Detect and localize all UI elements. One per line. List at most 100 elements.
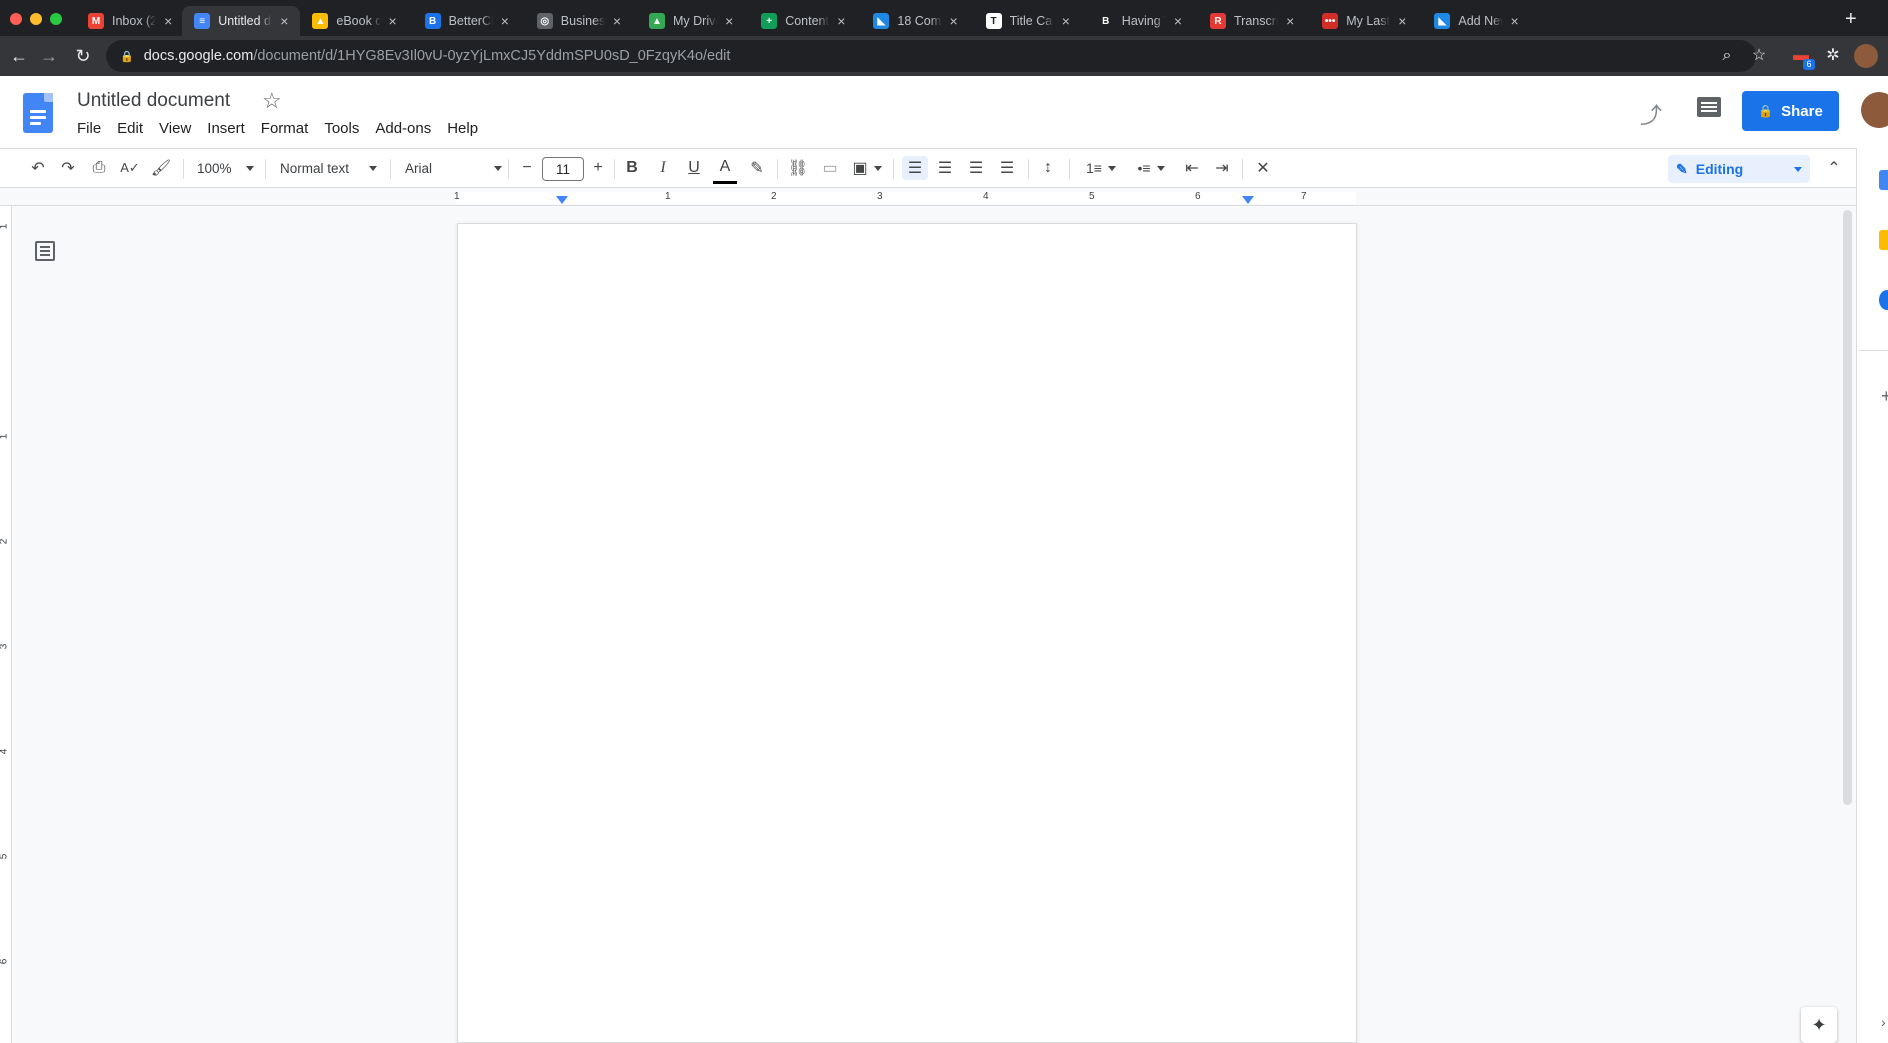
undo-icon[interactable]: ↶	[26, 149, 50, 187]
browser-tab[interactable]: ▲ eBook chat ×	[300, 6, 408, 36]
close-tab-icon[interactable]: ×	[1170, 13, 1186, 29]
close-tab-icon[interactable]: ×	[721, 13, 737, 29]
add-comment-icon[interactable]: ▭	[818, 149, 842, 187]
tab-title: Inbox (2) - r	[112, 14, 157, 28]
align-center-button[interactable]: ☰	[933, 149, 957, 187]
close-tab-icon[interactable]: ×	[1507, 13, 1523, 29]
sheets-icon: +	[761, 13, 778, 29]
close-window-button[interactable]	[10, 13, 22, 25]
star-icon[interactable]: ☆	[262, 88, 282, 114]
close-tab-icon[interactable]: ×	[946, 13, 962, 29]
account-avatar[interactable]	[1861, 92, 1888, 128]
browser-tab[interactable]: ◣ Add New Po ×	[1422, 6, 1530, 36]
font-select[interactable]: Arial	[405, 149, 503, 187]
browser-tab[interactable]: M Inbox (2) - r×	[76, 6, 184, 36]
insert-link-icon[interactable]: ⛓	[786, 149, 810, 187]
close-tab-icon[interactable]: ×	[609, 13, 625, 29]
vertical-ruler[interactable]: 1 1 2 3 4 5 6	[0, 206, 12, 1043]
increase-font-size-button[interactable]: +	[587, 149, 609, 187]
increase-indent-icon[interactable]: ⇥	[1210, 149, 1234, 187]
zoom-select[interactable]: 100%	[197, 149, 254, 187]
align-right-button[interactable]: ☰	[964, 149, 988, 187]
decrease-font-size-button[interactable]: −	[516, 149, 538, 187]
align-left-button[interactable]: ☰	[902, 156, 928, 180]
scrollbar[interactable]	[1843, 210, 1852, 805]
browser-tab[interactable]: ◎ BusinessCa ×	[525, 6, 633, 36]
menu-format[interactable]: Format	[261, 120, 309, 137]
maximize-window-button[interactable]	[50, 13, 62, 25]
url-field[interactable]: 🔒 docs.google.com/document/d/1HYG8Ev3Il0…	[106, 40, 1756, 72]
right-indent-marker[interactable]	[1242, 196, 1254, 204]
site-icon: ◣	[873, 13, 890, 29]
decrease-indent-icon[interactable]: ⇤	[1180, 149, 1204, 187]
spellcheck-icon[interactable]: A✓	[118, 149, 142, 187]
bookmark-star-icon[interactable]: ☆	[1748, 45, 1770, 67]
menu-view[interactable]: View	[159, 120, 191, 137]
new-tab-button[interactable]: +	[1845, 8, 1857, 31]
collapse-panel-icon[interactable]: ›	[1881, 1014, 1886, 1030]
menu-insert[interactable]: Insert	[207, 120, 245, 137]
redo-icon[interactable]: ↷	[56, 149, 80, 187]
reload-icon[interactable]: ↻	[72, 45, 94, 67]
tasks-icon[interactable]	[1879, 290, 1888, 310]
browser-tab[interactable]: ◣ 18 Common ×	[861, 6, 969, 36]
browser-tab[interactable]: B BetterCloud ×	[413, 6, 521, 36]
close-tab-icon[interactable]: ×	[833, 13, 849, 29]
menu-addons[interactable]: Add-ons	[375, 120, 431, 137]
paint-format-icon[interactable]: 🖌	[149, 149, 173, 187]
font-size-input[interactable]: 11	[542, 157, 584, 181]
italic-button[interactable]: I	[651, 149, 675, 187]
menu-edit[interactable]: Edit	[117, 120, 143, 137]
extensions-puzzle-icon[interactable]: ✲	[1822, 45, 1844, 67]
close-tab-icon[interactable]: ×	[1394, 13, 1410, 29]
editing-mode-select[interactable]: ✎ Editing	[1668, 155, 1810, 183]
horizontal-ruler[interactable]: 1 1 2 3 4 5 6 7	[0, 189, 1856, 206]
bulleted-list-button[interactable]: •≡	[1130, 149, 1172, 187]
close-tab-icon[interactable]: ×	[385, 13, 401, 29]
browser-tab[interactable]: R Transcriptio×	[1198, 6, 1306, 36]
insert-image-icon[interactable]: ▣	[850, 149, 884, 187]
browser-tab[interactable]: ••• My LastPass ×	[1310, 6, 1418, 36]
underline-button[interactable]: U	[682, 149, 706, 187]
hide-menus-chevron-icon[interactable]: ⌃	[1822, 149, 1846, 187]
browser-tab[interactable]: B Having Too ×	[1086, 6, 1194, 36]
add-addon-icon[interactable]: +	[1881, 386, 1888, 407]
docs-logo-icon[interactable]	[23, 93, 53, 133]
browser-tab[interactable]: + Content Ind ×	[749, 6, 857, 36]
browser-tab[interactable]: ≡ Untitled doc ×	[182, 6, 301, 36]
text-color-button[interactable]: A	[713, 152, 737, 184]
menu-tools[interactable]: Tools	[324, 120, 359, 137]
style-select[interactable]: Normal text	[280, 149, 378, 187]
left-indent-marker[interactable]	[556, 196, 568, 204]
close-tab-icon[interactable]: ×	[1282, 13, 1298, 29]
share-button[interactable]: 🔒 Share	[1742, 91, 1839, 131]
bold-button[interactable]: B	[620, 149, 644, 187]
comment-history-icon[interactable]	[1697, 97, 1721, 117]
activity-dashboard-icon[interactable]: ⤴	[1640, 98, 1662, 130]
document-page[interactable]	[457, 223, 1357, 1043]
menu-file[interactable]: File	[77, 120, 101, 137]
forward-icon[interactable]: →	[38, 45, 60, 67]
menu-help[interactable]: Help	[447, 120, 478, 137]
close-tab-icon[interactable]: ×	[160, 13, 176, 29]
highlight-icon[interactable]: ✎	[745, 149, 769, 187]
zoom-icon[interactable]: ⌕	[1716, 45, 1738, 67]
back-icon[interactable]: ←	[8, 45, 30, 67]
keep-icon[interactable]	[1879, 230, 1888, 250]
document-outline-icon[interactable]	[35, 241, 55, 261]
calendar-icon[interactable]	[1879, 170, 1888, 190]
numbered-list-button[interactable]: 1≡	[1080, 149, 1122, 187]
browser-tab[interactable]: T Title Case C ×	[974, 6, 1082, 36]
close-tab-icon[interactable]: ×	[276, 13, 292, 29]
close-tab-icon[interactable]: ×	[1058, 13, 1074, 29]
line-spacing-icon[interactable]: ↕	[1036, 149, 1060, 187]
profile-avatar[interactable]	[1854, 44, 1878, 68]
close-tab-icon[interactable]: ×	[497, 13, 513, 29]
clear-formatting-icon[interactable]: ✕	[1251, 149, 1275, 187]
document-title[interactable]: Untitled document	[77, 90, 230, 112]
justify-button[interactable]: ☰	[995, 149, 1019, 187]
minimize-window-button[interactable]	[30, 13, 42, 25]
browser-tab[interactable]: ▲ My Drive - G ×	[637, 6, 745, 36]
explore-icon[interactable]: ✦	[1801, 1007, 1837, 1043]
print-icon[interactable]: ⎙	[87, 149, 111, 187]
